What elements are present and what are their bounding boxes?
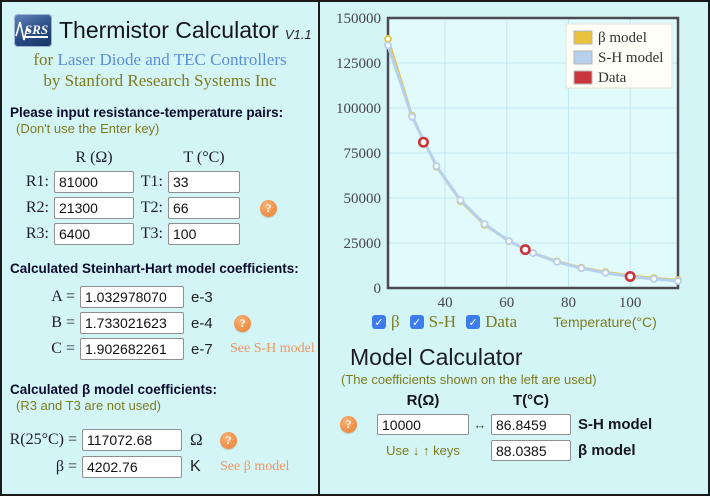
beta-coef-label: β = (56, 458, 82, 476)
t2-input[interactable] (168, 197, 240, 219)
kelvin-unit: K (182, 458, 212, 476)
chart-controls: ✓ β ✓ S-H ✓ Data Temperature(°C) (372, 312, 706, 332)
svg-text:125000: 125000 (336, 56, 381, 72)
y-tick-labels: 0 25000 50000 75000 100000 125000 150000 (336, 11, 381, 297)
x-tick-labels: 40 60 80 100 (438, 295, 642, 311)
checkbox-beta-label: β (391, 312, 400, 332)
beta-model-link[interactable]: See β model (220, 459, 318, 475)
svg-text:100: 100 (619, 295, 642, 311)
subtitle-link: Laser Diode and TEC Controllers (57, 50, 286, 69)
left-panel: SRS Thermistor Calculator V1.1 for Laser… (2, 2, 320, 494)
r3-label: R3: (26, 225, 54, 243)
r1-input[interactable] (54, 171, 134, 193)
beta-help-icon[interactable]: ? (220, 432, 237, 449)
checkbox-data[interactable]: ✓ (466, 315, 480, 329)
swap-arrow-icon: ↔ (474, 417, 487, 432)
coef-b-label: B = (51, 314, 80, 332)
svg-text:150000: 150000 (336, 11, 381, 27)
svg-text:25000: 25000 (344, 236, 382, 252)
legend-label-beta-model: β model (598, 30, 647, 46)
r1-label: R1: (26, 173, 54, 191)
coef-c-input[interactable] (80, 338, 184, 360)
app-byline: by Stanford Research Systems Inc (2, 71, 318, 91)
legend-label-data: Data (598, 70, 627, 86)
svg-text:100000: 100000 (336, 101, 381, 117)
svg-text:75000: 75000 (344, 146, 382, 162)
coef-c-exponent: e-7 (184, 341, 224, 358)
sh-heading: Calculated Steinhart-Hart model coeffici… (10, 261, 318, 276)
calc-beta-label: β model (571, 442, 706, 459)
legend: β model S-H model Data (566, 24, 672, 88)
calc-col-temperature: T(°C) (513, 392, 549, 409)
svg-text:60: 60 (499, 295, 514, 311)
sh-table: A = e-3 B = e-4 ? C = e-7 See S-H model (10, 286, 318, 360)
app-window: SRS Thermistor Calculator V1.1 for Laser… (0, 0, 710, 496)
t3-label: T3: (141, 225, 168, 243)
pairs-heading: Please input resistance-temperature pair… (10, 105, 318, 120)
calc-sh-temp-input[interactable] (491, 414, 571, 435)
r25-input[interactable] (82, 429, 182, 451)
srs-logo: SRS (14, 14, 52, 47)
beta-table: R(25°C) = Ω ? β = K See β model (10, 429, 318, 478)
pairs-table: R (Ω) T (°C) R1: T1: R2: T2: ? R3: T3: (18, 149, 318, 245)
calc-sh-label: S-H model (571, 416, 706, 433)
r25-label: R(25°C) = (10, 431, 82, 449)
app-title: Thermistor Calculator (59, 17, 279, 44)
sh-model-link[interactable]: See S-H model (230, 341, 318, 357)
checkbox-sh[interactable]: ✓ (410, 315, 424, 329)
legend-swatch-data (574, 71, 592, 84)
legend-swatch-beta-model (574, 31, 592, 44)
t1-input[interactable] (168, 171, 240, 193)
r2-input[interactable] (54, 197, 134, 219)
calc-help-icon[interactable]: ? (340, 416, 357, 433)
checkbox-beta[interactable]: ✓ (372, 315, 386, 329)
beta-heading: Calculated β model coefficients: (10, 382, 318, 397)
col-header-resistance: R (Ω) (75, 149, 112, 167)
calc-title: Model Calculator (350, 344, 706, 371)
svg-text:80: 80 (561, 295, 576, 311)
col-header-temperature: T (°C) (183, 149, 224, 167)
resistance-temperature-chart: 0 25000 50000 75000 100000 125000 150000 40 60 80… (320, 2, 706, 312)
beta-note: (R3 and T3 are not used) (16, 398, 318, 413)
pairs-help-icon[interactable]: ? (260, 200, 277, 217)
svg-text:50000: 50000 (344, 191, 382, 207)
ohm-unit: Ω (182, 430, 212, 450)
coef-b-exponent: e-4 (184, 315, 224, 332)
checkbox-sh-label: S-H (429, 312, 456, 332)
model-calculator: Model Calculator (The coefficients shown… (320, 344, 706, 461)
svg-text:0: 0 (374, 281, 382, 297)
coef-a-input[interactable] (80, 286, 184, 308)
app-header: SRS Thermistor Calculator V1.1 for Laser… (2, 2, 318, 91)
subtitle-prefix: for (33, 50, 57, 69)
x-axis-label: Temperature(°C) (553, 314, 657, 330)
coef-a-label: A = (51, 288, 80, 306)
keys-hint: Use ↓ ↑ keys (386, 443, 460, 458)
right-panel: 0 25000 50000 75000 100000 125000 150000 40 60 80… (320, 2, 706, 494)
r3-input[interactable] (54, 223, 134, 245)
calc-beta-temp-input[interactable] (491, 440, 571, 461)
calc-note: (The coefficients shown on the left are … (341, 372, 706, 387)
coef-b-input[interactable] (80, 312, 184, 334)
coef-c-label: C = (51, 340, 80, 358)
pairs-note: (Don't use the Enter key) (16, 121, 318, 136)
t2-label: T2: (141, 199, 168, 217)
calc-resistance-input[interactable] (377, 414, 469, 435)
sh-help-icon[interactable]: ? (234, 315, 251, 332)
legend-label-sh-model: S-H model (598, 50, 663, 66)
app-subtitle: for Laser Diode and TEC Controllers (2, 50, 318, 70)
t3-input[interactable] (168, 223, 240, 245)
svg-text:40: 40 (438, 295, 453, 311)
coef-a-exponent: e-3 (184, 289, 224, 306)
waveform-icon (15, 19, 30, 43)
calc-col-resistance: R(Ω) (407, 392, 440, 409)
app-version: V1.1 (285, 27, 312, 42)
checkbox-data-label: Data (485, 312, 517, 332)
beta-coef-input[interactable] (82, 456, 182, 478)
calc-table: R(Ω) T(°C) ? ↔ S-H model Use ↓ ↑ keys β … (338, 392, 706, 461)
t1-label: T1: (141, 173, 168, 191)
legend-swatch-sh-model (574, 51, 592, 64)
r2-label: R2: (26, 199, 54, 217)
